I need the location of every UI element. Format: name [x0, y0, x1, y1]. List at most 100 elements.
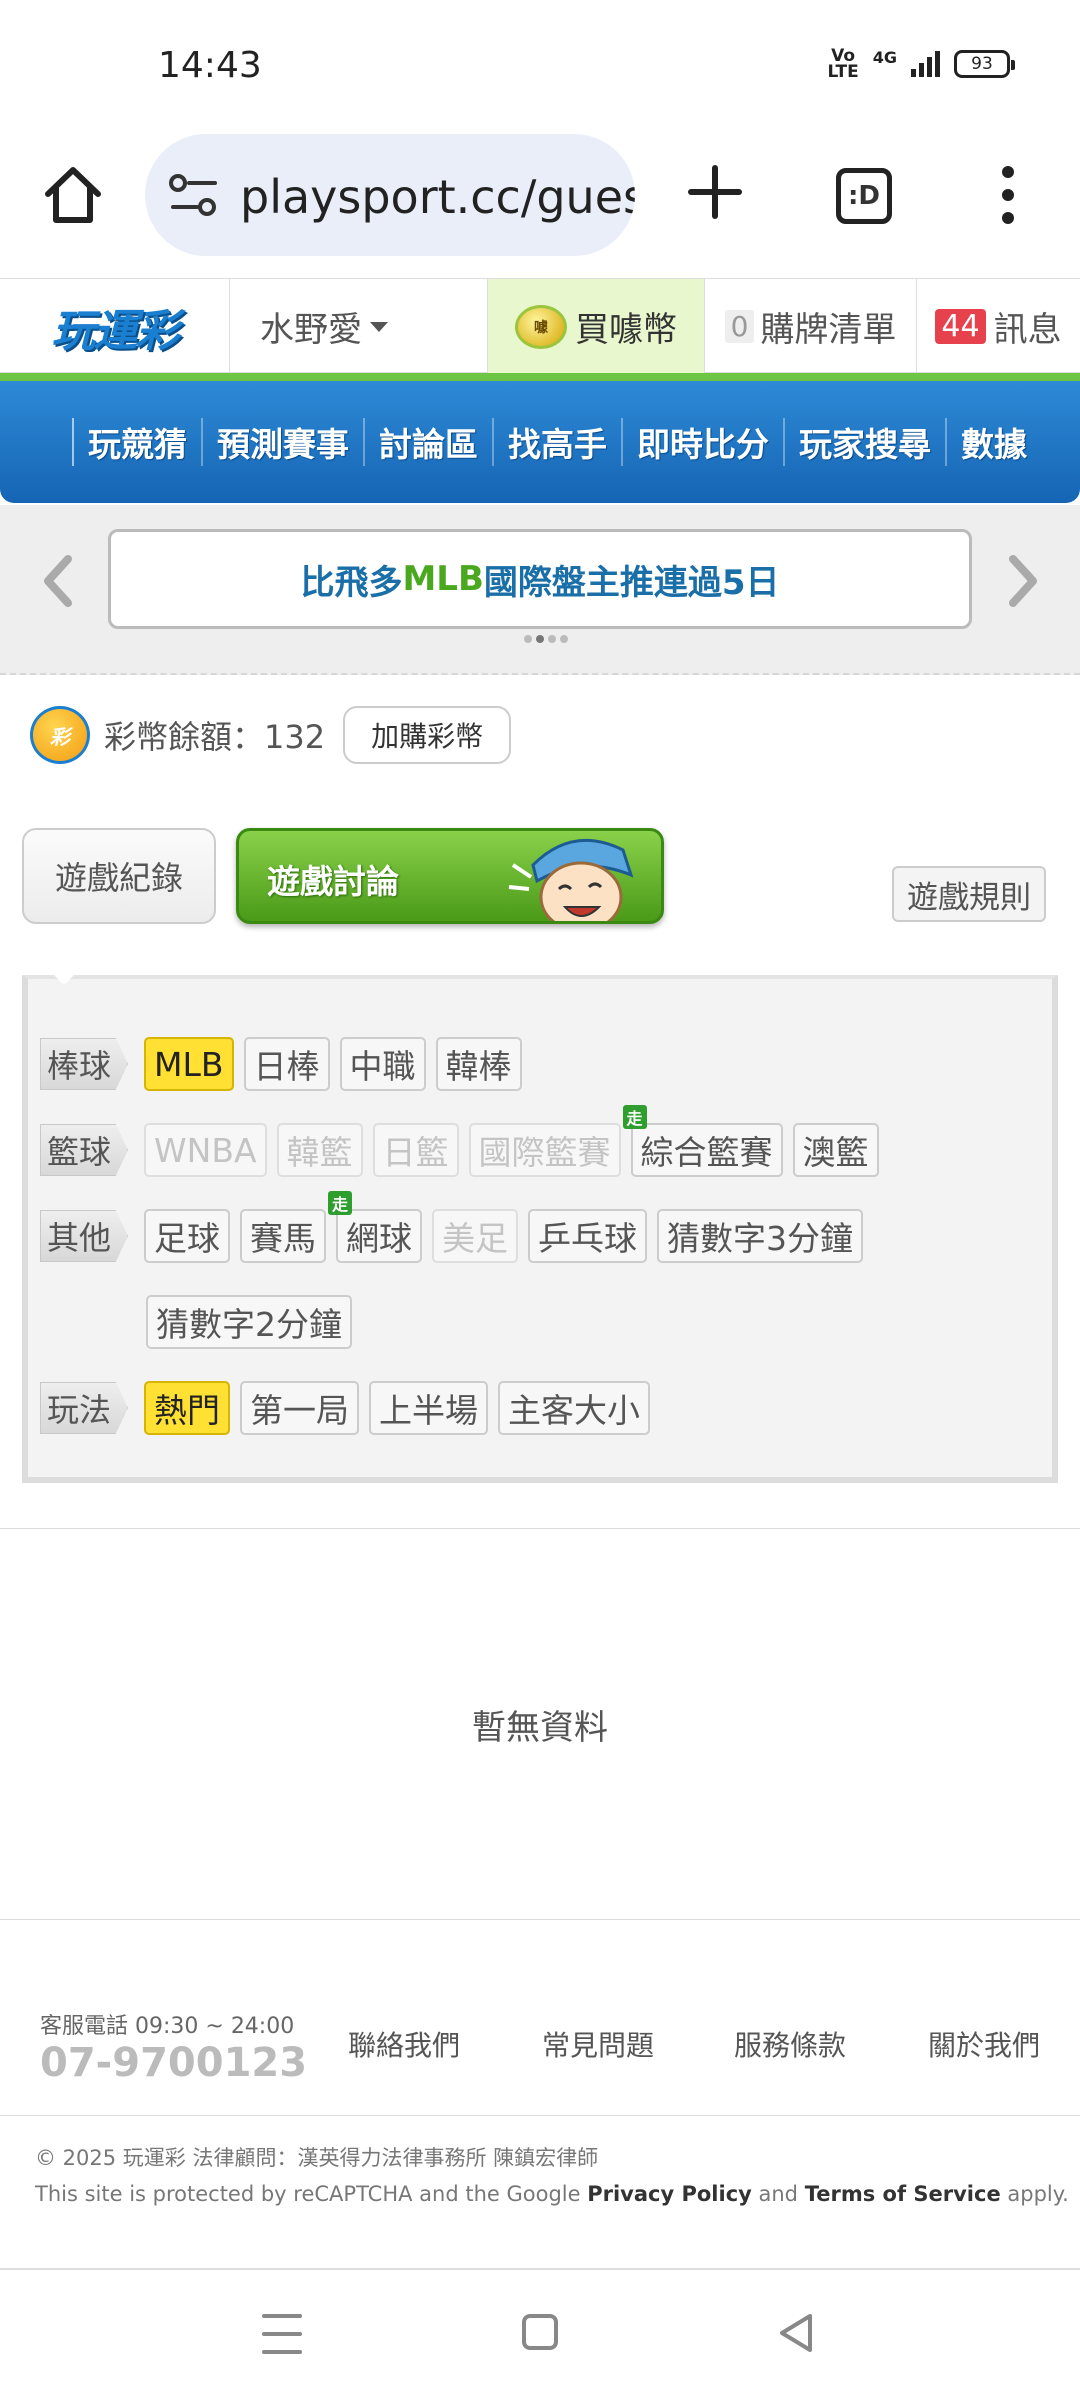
mascot-icon	[508, 838, 634, 921]
chip-first-inning[interactable]: 第一局	[240, 1381, 359, 1435]
chip-hot[interactable]: 熱門	[144, 1381, 230, 1435]
banner-text-1: 比飛多	[300, 562, 403, 603]
system-nav-bar	[0, 2280, 1080, 2400]
recaptcha-apply: apply.	[1000, 2182, 1069, 2206]
service-phone[interactable]: 07-9700123	[40, 2040, 307, 2086]
logo-text: 玩運彩	[51, 305, 180, 357]
nav-item-guess[interactable]: 玩競猜	[72, 418, 201, 466]
new-tab-icon[interactable]	[683, 160, 747, 224]
chip-npb[interactable]: 日棒	[243, 1037, 330, 1091]
volte-icon: Vo LTE	[827, 46, 859, 82]
home-icon[interactable]	[38, 160, 108, 230]
game-rules-button[interactable]: 遊戲規則	[892, 866, 1046, 922]
main-nav: 玩競猜 預測賽事 討論區 找高手 即時比分 玩家搜尋 數據	[0, 381, 1080, 503]
chevron-left-icon[interactable]	[38, 553, 78, 609]
network-type: 4G	[872, 48, 897, 67]
url-bar[interactable]: playsport.cc/gues	[145, 134, 635, 256]
chip-australia-basketball[interactable]: 澳籃	[792, 1123, 879, 1177]
tab-game-discussion[interactable]: 遊戲討論	[236, 828, 664, 924]
balance-label: 彩幣餘額：132	[104, 718, 326, 756]
purchase-list-button[interactable]: 0 購牌清單	[705, 279, 917, 374]
carousel-dots	[524, 635, 568, 643]
messages-label: 訊息	[993, 310, 1062, 350]
privacy-policy-link[interactable]: Privacy Policy	[587, 2182, 752, 2206]
live-badge: 走	[622, 1105, 647, 1129]
filter-panel: 棒球 MLB 日棒 中職 韓棒 籃球 WNBA 韓籃 日籃 國際籃賽 走 綜合籃…	[22, 975, 1058, 1483]
nav-item-player-search[interactable]: 玩家搜尋	[783, 418, 945, 466]
messages-button[interactable]: 44 訊息	[917, 279, 1080, 374]
chip-number-guess-3min[interactable]: 猜數字3分鐘	[657, 1209, 863, 1263]
status-bar: 14:43 Vo LTE 4G 93	[0, 0, 1080, 120]
buy-more-coins-button[interactable]: 加購彩幣	[343, 706, 512, 764]
chip-mixed-basketball-label: 綜合籃賽	[640, 1133, 773, 1172]
nav-item-forum[interactable]: 討論區	[363, 418, 492, 466]
chip-tennis[interactable]: 走 網球	[328, 1191, 422, 1263]
tab-game-record[interactable]: 遊戲紀錄	[22, 828, 216, 924]
signal-icon	[911, 51, 940, 77]
buy-coin-button[interactable]: 噱 買噱幣	[488, 279, 705, 374]
battery-icon: 93	[954, 50, 1015, 78]
chip-home-away-total[interactable]: 主客大小	[498, 1381, 650, 1435]
chip-intl-basketball: 國際籃賽	[468, 1123, 621, 1177]
lottery-coin-icon: 彩	[30, 706, 90, 764]
filter-row-other-cont: 猜數字2分鐘	[146, 1295, 352, 1349]
header-divider	[0, 373, 1080, 381]
nav-item-predict[interactable]: 預測賽事	[201, 418, 363, 466]
banner-carousel: 比飛多 MLB 國際盤主推連過5日	[0, 505, 1080, 675]
filter-row-basketball: 籃球 WNBA 韓籃 日籃 國際籃賽 走 綜合籃賽 澳籃	[40, 1105, 879, 1177]
chip-american-football: 美足	[432, 1209, 518, 1263]
nav-item-livescore[interactable]: 即時比分	[621, 418, 783, 466]
copyright: © 2025 玩運彩 法律顧問：漢英得力法律事務所 陳鎮宏律師	[35, 2146, 599, 2170]
footer-link-faq[interactable]: 常見問題	[542, 2024, 654, 2064]
filter-row-other: 其他 足球 賽馬 走 網球 美足 乒乓球 猜數字3分鐘	[40, 1191, 863, 1263]
chip-soccer[interactable]: 足球	[144, 1209, 230, 1263]
recaptcha-and: and	[751, 2182, 805, 2206]
chip-table-tennis[interactable]: 乒乓球	[528, 1209, 647, 1263]
recent-apps-icon[interactable]	[262, 2314, 302, 2354]
browser-toolbar: playsport.cc/gues :D	[0, 130, 1080, 260]
chip-tennis-label: 網球	[346, 1219, 412, 1258]
purchase-list-label: 購牌清單	[760, 310, 897, 350]
status-time: 14:43	[158, 45, 262, 86]
banner-text-3: 國際盤主推連過5日	[483, 562, 780, 603]
tab-switcher-button[interactable]: :D	[836, 168, 892, 224]
chip-mixed-basketball[interactable]: 走 綜合籃賽	[622, 1105, 783, 1177]
banner-text-2: MLB	[402, 559, 484, 599]
chip-cpbl[interactable]: 中職	[339, 1037, 426, 1091]
footer-link-contact[interactable]: 聯絡我們	[348, 2024, 460, 2064]
site-logo[interactable]: 玩運彩	[0, 279, 230, 374]
chip-number-guess-2min[interactable]: 猜數字2分鐘	[146, 1295, 352, 1349]
service-hours: 客服電話 09:30 ~ 24:00	[40, 2014, 295, 2039]
nav-item-data[interactable]: 數據	[945, 418, 1041, 466]
banner-link[interactable]: 比飛多 MLB 國際盤主推連過5日	[108, 529, 972, 629]
chip-japan-basketball: 日籃	[372, 1123, 459, 1177]
row-label-other: 其他	[40, 1210, 128, 1262]
buy-coin-label: 買噱幣	[575, 310, 677, 350]
chip-mlb[interactable]: MLB	[144, 1037, 234, 1091]
footer-link-terms[interactable]: 服務條款	[734, 2024, 846, 2064]
footer-divider	[0, 2268, 1080, 2270]
row-label-play: 玩法	[40, 1382, 128, 1434]
footer-link-about[interactable]: 關於我們	[928, 2024, 1040, 2064]
filter-row-baseball: 棒球 MLB 日棒 中職 韓棒	[40, 1037, 522, 1091]
more-menu-icon[interactable]	[990, 160, 1026, 230]
chip-kbo[interactable]: 韓棒	[435, 1037, 522, 1091]
nav-item-experts[interactable]: 找高手	[492, 418, 621, 466]
user-menu[interactable]: 水野愛	[230, 279, 488, 374]
coin-icon: 噱	[515, 304, 567, 349]
terms-of-service-link[interactable]: Terms of Service	[805, 2182, 1001, 2206]
purchase-list-count: 0	[724, 310, 755, 343]
url-text[interactable]: playsport.cc/gues	[240, 170, 635, 224]
chip-wnba: WNBA	[144, 1123, 267, 1177]
back-icon[interactable]	[776, 2312, 816, 2354]
chip-horse-racing[interactable]: 賽馬	[240, 1209, 326, 1263]
chevron-right-icon[interactable]	[1003, 553, 1043, 609]
site-settings-icon[interactable]	[169, 172, 219, 218]
user-name: 水野愛	[260, 310, 362, 350]
filter-row-play: 玩法 熱門 第一局 上半場 主客大小	[40, 1381, 650, 1435]
empty-state: 暫無資料	[0, 1528, 1080, 1920]
row-label-baseball: 棒球	[40, 1038, 128, 1090]
home-square-icon[interactable]	[522, 2314, 558, 2350]
balance-row: 彩 彩幣餘額：132 加購彩幣	[30, 705, 512, 765]
chip-first-half[interactable]: 上半場	[369, 1381, 488, 1435]
